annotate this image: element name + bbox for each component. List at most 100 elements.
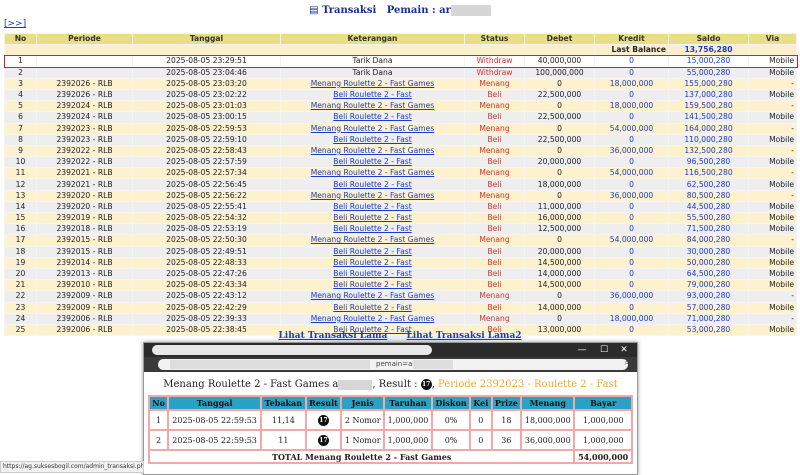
- redacted-username: [450, 5, 491, 16]
- cell-debet: 0: [524, 290, 595, 303]
- cell-status: Withdraw: [464, 55, 525, 68]
- cell-debet: 0: [524, 144, 595, 158]
- last-balance-row: Last Balance 13,756,280: [4, 44, 797, 57]
- cell-ket[interactable]: Beli Roulette 2 - Fast: [280, 267, 465, 281]
- cell-periode: 2392023 - RLB: [36, 122, 133, 135]
- maximize-icon[interactable]: ☐: [597, 344, 611, 356]
- cell-via: Mobile: [748, 111, 797, 124]
- bet-column-header: No: [147, 395, 170, 411]
- cell-ket[interactable]: Beli Roulette 2 - Fast: [280, 88, 465, 102]
- cell-ket[interactable]: Beli Roulette 2 - Fast: [280, 223, 465, 236]
- cell-via: Mobile: [748, 200, 797, 214]
- cell-ket[interactable]: Menang Roulette 2 - Fast Games: [280, 312, 465, 325]
- bet-cell-menang: 18,000,000: [520, 409, 576, 431]
- column-header: Saldo: [668, 32, 749, 46]
- table-row: 1 2025-08-05 23:29:51 Tarik Dana Withdraw 40…: [3, 54, 798, 69]
- cell-no: 20: [4, 267, 37, 281]
- bet-cell-kei: 0: [469, 409, 493, 431]
- table-row: 15 2392019 - RLB 2025-08-05 22:54:32 Beli R…: [4, 211, 797, 225]
- cell-via: Mobile: [748, 245, 797, 258]
- cell-ket: Tarik Dana: [280, 66, 465, 79]
- cell-tanggal: 2025-08-05 23:04:46: [132, 66, 281, 79]
- cell-no: 19: [4, 256, 37, 269]
- cell-tanggal: 2025-08-05 23:02:22: [132, 88, 281, 102]
- cell-ket[interactable]: Beli Roulette 2 - Fast: [280, 301, 465, 314]
- popup-title-result: , Result :: [372, 379, 418, 390]
- cell-periode: 2392023 - RLB: [36, 133, 133, 146]
- cell-debet: 100,000,000: [524, 66, 595, 79]
- cell-ket[interactable]: Menang Roulette 2 - Fast Games: [280, 100, 465, 113]
- table-row: 23 2392009 - RLB 2025-08-05 22:42:29 Beli R…: [4, 301, 797, 314]
- cell-kredit: 0: [594, 88, 669, 102]
- cell-no: 13: [4, 189, 37, 202]
- cell-tanggal: 2025-08-05 22:57:59: [132, 156, 281, 169]
- old-transactions-link[interactable]: Lihat Transaksi Lama: [278, 331, 387, 341]
- cell-no: 8: [4, 133, 37, 146]
- cell-ket[interactable]: Beli Roulette 2 - Fast: [280, 156, 465, 169]
- redacted-window-title: [152, 345, 432, 355]
- cell-status: Menang: [464, 144, 525, 158]
- cell-ket[interactable]: Beli Roulette 2 - Fast: [280, 245, 465, 258]
- zoom-icon[interactable]: ⌕: [625, 358, 629, 368]
- cell-ket[interactable]: Menang Roulette 2 - Fast Games: [280, 189, 465, 202]
- cell-status: Beli: [464, 178, 525, 191]
- cell-periode: [36, 66, 133, 79]
- address-bar: pemain=a ⌕: [144, 357, 637, 372]
- cell-ket[interactable]: Menang Roulette 2 - Fast Games: [280, 144, 465, 158]
- cell-via: -: [748, 312, 797, 325]
- bet-cell-no: 1: [147, 409, 170, 431]
- cell-ket[interactable]: Menang Roulette 2 - Fast Games: [280, 290, 465, 303]
- cell-status: Withdraw: [464, 66, 525, 79]
- bet-cell-no: 2: [147, 429, 170, 451]
- bet-cell-prize: 36: [490, 429, 523, 451]
- cell-tanggal: 2025-08-05 23:03:20: [132, 77, 281, 90]
- cell-status: Menang: [464, 167, 525, 180]
- cell-periode: 2392022 - RLB: [36, 144, 133, 158]
- cell-via: -: [748, 77, 797, 90]
- bet-total-label: TOTAL Menang Roulette 2 - Fast Games: [147, 449, 576, 464]
- cell-ket[interactable]: Menang Roulette 2 - Fast Games: [280, 122, 465, 135]
- table-row: 16 2392018 - RLB 2025-08-05 22:53:19 Beli R…: [4, 223, 797, 236]
- cell-ket[interactable]: Beli Roulette 2 - Fast: [280, 178, 465, 191]
- cell-via: -: [748, 167, 797, 180]
- column-header: Via: [748, 32, 797, 46]
- cell-no: 16: [4, 223, 37, 236]
- cell-tanggal: 2025-08-05 22:48:33: [132, 256, 281, 269]
- close-icon[interactable]: ✕: [617, 344, 631, 356]
- bet-column-header: Menang: [520, 395, 576, 411]
- url-field[interactable]: pemain=a: [158, 359, 628, 370]
- old-transactions2-link[interactable]: Lihat Transaksi Lama2: [406, 331, 521, 341]
- next-page-link[interactable]: [>>]: [4, 19, 26, 29]
- cell-tanggal: 2025-08-05 22:53:19: [132, 223, 281, 236]
- result-ball-icon: 17: [317, 414, 329, 426]
- cell-tanggal: 2025-08-05 22:55:41: [132, 200, 281, 214]
- cell-status: Beli: [464, 301, 525, 314]
- cell-ket[interactable]: Beli Roulette 2 - Fast: [280, 200, 465, 214]
- cell-no: 17: [4, 234, 37, 247]
- cell-ket[interactable]: Beli Roulette 2 - Fast: [280, 133, 465, 146]
- popup-title-game: Menang Roulette 2 - Fast Games a: [163, 379, 339, 390]
- bet-column-header: Jenis: [340, 395, 386, 411]
- cell-debet: 0: [524, 189, 595, 202]
- cell-periode: 2392006 - RLB: [36, 312, 133, 325]
- cell-tanggal: 2025-08-05 22:42:29: [132, 301, 281, 314]
- cell-ket[interactable]: Beli Roulette 2 - Fast: [280, 256, 465, 269]
- cell-ket[interactable]: Menang Roulette 2 - Fast Games: [280, 77, 465, 90]
- transaction-icon: ▤: [309, 5, 319, 16]
- bet-cell-jenis: 1 Nomor: [340, 429, 386, 451]
- cell-ket[interactable]: Beli Roulette 2 - Fast: [280, 279, 465, 292]
- cell-tanggal: 2025-08-05 22:59:53: [132, 122, 281, 135]
- table-row: 2 2025-08-05 23:04:46 Tarik Dana Withdraw 10…: [4, 66, 797, 79]
- cell-ket[interactable]: Beli Roulette 2 - Fast: [280, 211, 465, 225]
- bet-column-header: Bayar: [573, 395, 633, 411]
- cell-periode: 2392018 - RLB: [36, 223, 133, 236]
- cell-status: Beli: [464, 211, 525, 225]
- cell-ket[interactable]: Menang Roulette 2 - Fast Games: [280, 167, 465, 180]
- cell-kredit: 36,000,000: [594, 144, 669, 158]
- minimize-icon[interactable]: —: [575, 344, 589, 356]
- cell-saldo: 155,000,280: [668, 77, 749, 90]
- cell-ket[interactable]: Beli Roulette 2 - Fast: [280, 111, 465, 124]
- cell-ket[interactable]: Menang Roulette 2 - Fast Games: [280, 234, 465, 247]
- cell-periode: 2392021 - RLB: [36, 178, 133, 191]
- cell-kredit: 0: [594, 178, 669, 191]
